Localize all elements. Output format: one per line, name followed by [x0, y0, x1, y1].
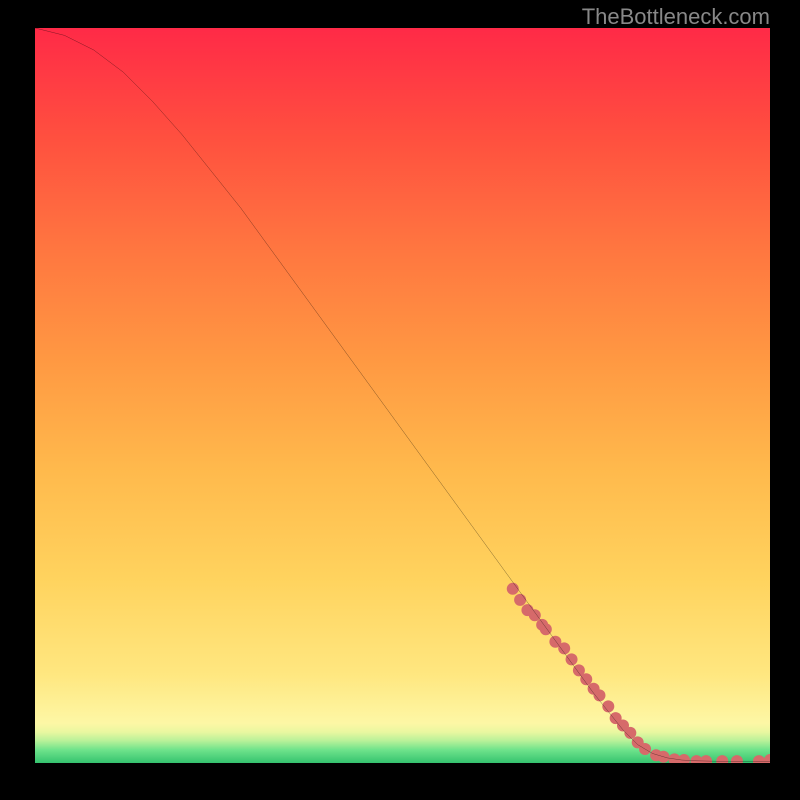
data-point: [624, 727, 636, 739]
data-point: [753, 755, 765, 763]
data-point: [678, 754, 690, 763]
watermark-label: TheBottleneck.com: [582, 4, 770, 30]
chart-svg: [35, 28, 770, 763]
data-point: [580, 673, 592, 685]
points-group: [507, 583, 770, 763]
data-point: [700, 755, 712, 763]
data-point: [514, 594, 526, 606]
data-point: [507, 583, 519, 595]
data-point: [566, 653, 578, 665]
chart-area: [35, 28, 770, 763]
data-point: [529, 609, 541, 621]
data-point: [716, 755, 728, 763]
data-point: [764, 754, 770, 763]
data-point: [731, 755, 743, 763]
main-curve: [35, 28, 770, 762]
